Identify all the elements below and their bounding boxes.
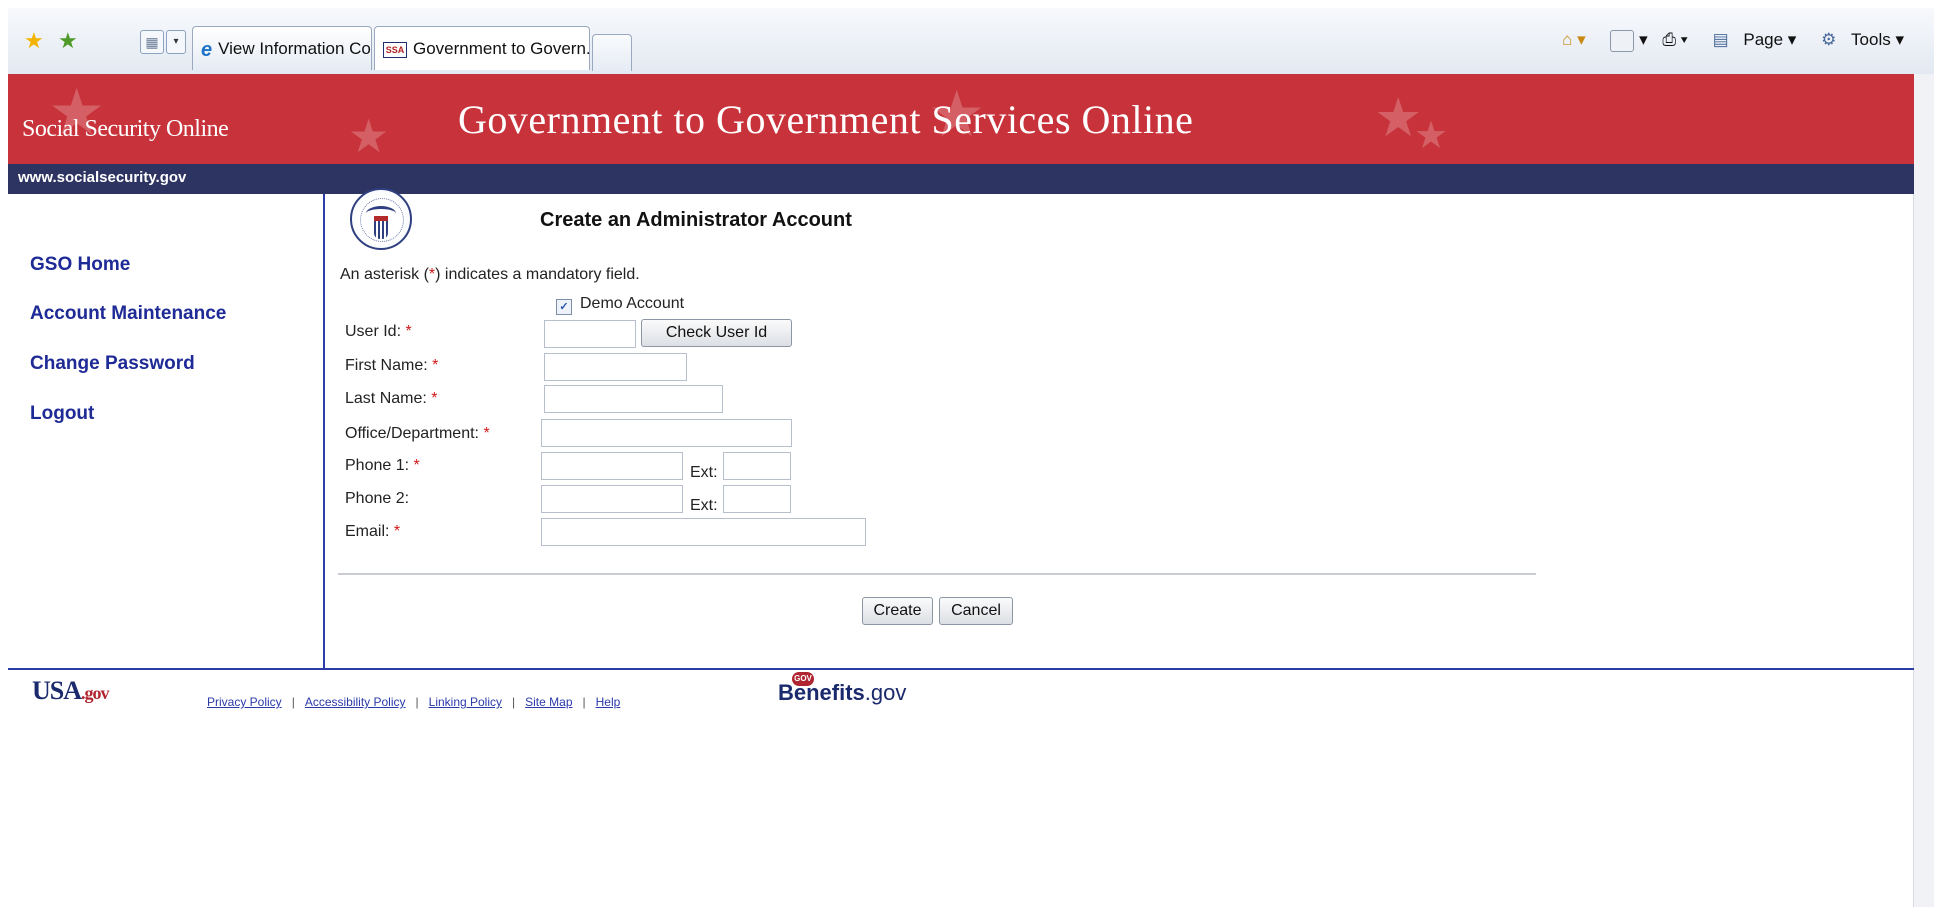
user-id-input[interactable] (544, 320, 636, 348)
office-department-input[interactable] (541, 419, 792, 447)
first-name-input[interactable] (544, 353, 687, 381)
command-bar: ⌂ ▾ ▾ ⎙ ▾ ▤ Page ▾ ⚙ Tools ▾ (1552, 30, 1904, 52)
phone-2-input[interactable] (541, 485, 683, 513)
site-map-link[interactable]: Site Map (525, 695, 572, 709)
favorites-star-icon[interactable]: ★ (24, 30, 44, 52)
create-button[interactable]: Create (862, 597, 933, 625)
page-icon: ▤ (1712, 30, 1729, 50)
sidebar-item-change-password[interactable]: Change Password (30, 353, 195, 375)
tab-label: Government to Govern... (413, 39, 590, 58)
first-name-label: First Name: * (345, 357, 439, 374)
last-name-label: Last Name: * (345, 390, 438, 407)
print-icon[interactable]: ⎙ ▾ (1662, 30, 1687, 49)
ssa-seal-logo (350, 188, 412, 250)
phone-1-input[interactable] (541, 452, 683, 480)
demo-account-checkbox[interactable]: ✓ Demo Account (556, 295, 684, 315)
phone-2-label: Phone 2: (345, 490, 410, 507)
home-icon[interactable]: ⌂ ▾ (1562, 30, 1586, 49)
phone-2-ext-input[interactable] (723, 485, 791, 513)
quick-tabs-icon[interactable]: ▦ (140, 30, 164, 54)
gear-icon: ⚙ (1821, 30, 1837, 50)
check-user-id-button[interactable]: Check User Id (641, 319, 792, 347)
last-name-input[interactable] (544, 385, 723, 413)
privacy-policy-link[interactable]: Privacy Policy (207, 695, 282, 709)
footer-links: Privacy Policy | Accessibility Policy | Link… (207, 695, 621, 709)
email-input[interactable] (541, 518, 866, 546)
footer-divider (8, 668, 1914, 670)
sidebar-item-logout[interactable]: Logout (30, 403, 94, 425)
site-banner: ★ ★ ★ ★ ★ Social Security Online Governm… (8, 74, 1914, 164)
browser-toolbar: ★ ★ ▦ ▾ e View Information Collectio... S… (8, 8, 1934, 75)
phone-1-ext-input[interactable] (723, 452, 791, 480)
form-divider (338, 573, 1536, 575)
sidebar: GSO Home Account Maintenance Change Pass… (8, 194, 324, 668)
feeds-icon[interactable]: ▾ (1600, 30, 1648, 52)
url-bar: www.socialsecurity.gov (8, 164, 1914, 194)
mandatory-note: An asterisk (*) indicates a mandatory fi… (340, 266, 640, 283)
user-id-label: User Id: * (345, 323, 412, 340)
banner-star-icon: ★ (348, 110, 390, 162)
accessibility-policy-link[interactable]: Accessibility Policy (305, 695, 406, 709)
tab-list-dropdown-icon[interactable]: ▾ (166, 30, 186, 54)
office-department-label: Office/Department: * (345, 425, 490, 442)
sidebar-item-gso-home[interactable]: GSO Home (30, 254, 130, 276)
tools-menu[interactable]: ⚙ Tools ▾ (1811, 30, 1904, 49)
add-favorites-icon[interactable]: ★ (58, 30, 78, 52)
checkbox-checked-icon[interactable]: ✓ (556, 299, 572, 315)
tab-label: View Information Collectio... (218, 39, 371, 58)
phone-1-label: Phone 1: * (345, 457, 420, 474)
banner-star-icon: ★ (1414, 115, 1449, 157)
page-title: Create an Administrator Account (540, 209, 852, 231)
sidebar-item-account-maintenance[interactable]: Account Maintenance (30, 303, 226, 325)
demo-account-label: Demo Account (580, 295, 685, 312)
phone-2-ext-label: Ext: (690, 497, 718, 514)
ie-icon: e (201, 38, 213, 61)
ssa-favicon-icon: SSA (383, 41, 407, 58)
vertical-scrollbar[interactable] (1913, 74, 1934, 907)
usa-gov-logo[interactable]: USA.gov (32, 676, 109, 706)
banner-title: Government to Government Services Online (458, 97, 1194, 142)
tab-view-information-collection[interactable]: e View Information Collectio... (192, 26, 372, 70)
site-url[interactable]: www.socialsecurity.gov (18, 169, 186, 186)
new-tab-button[interactable] (592, 34, 632, 71)
browser-window: ★ ★ ▦ ▾ e View Information Collectio... S… (0, 0, 1934, 907)
gov-badge: GOV (792, 672, 814, 686)
page-menu[interactable]: ▤ Page ▾ (1703, 30, 1797, 49)
cancel-button[interactable]: Cancel (939, 597, 1013, 625)
phone-1-ext-label: Ext: (690, 464, 718, 481)
tab-government-to-government[interactable]: SSAGovernment to Govern...✕ (374, 26, 590, 70)
benefits-gov-logo[interactable]: GOV Benefits.gov (778, 672, 906, 706)
site-name[interactable]: Social Security Online (22, 116, 229, 143)
linking-policy-link[interactable]: Linking Policy (429, 695, 502, 709)
help-link[interactable]: Help (596, 695, 621, 709)
email-label: Email: * (345, 523, 401, 540)
sidebar-divider (323, 194, 325, 668)
